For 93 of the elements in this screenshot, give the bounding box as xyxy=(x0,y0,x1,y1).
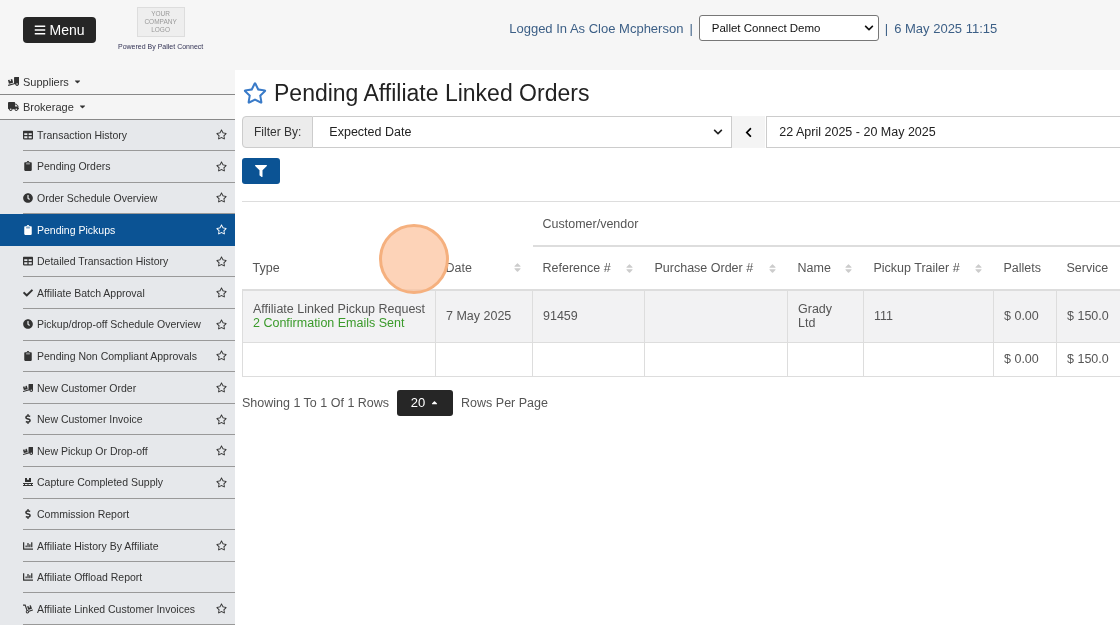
sort-icon xyxy=(766,262,778,274)
rows-per-page-text: Rows Per Page xyxy=(461,395,548,410)
sidebar-item[interactable]: Affiliate Linked Customer Invoices xyxy=(23,593,235,625)
filter-button[interactable] xyxy=(242,158,280,184)
dolly-icon xyxy=(23,603,33,614)
chevron-down-icon xyxy=(863,23,874,33)
star-icon[interactable] xyxy=(216,160,227,172)
page-size-button[interactable]: 20 xyxy=(397,389,454,416)
chart-icon xyxy=(23,540,33,551)
sort-icon xyxy=(972,262,984,274)
clipboard-icon xyxy=(23,161,33,172)
column-header[interactable]: Pickup Trailer # xyxy=(873,261,984,275)
sidebar-group[interactable]: Brokerage xyxy=(0,94,235,120)
sidebar-item[interactable]: Pending Pickups xyxy=(0,214,235,246)
company-select[interactable]: Pallet Connect Demo xyxy=(698,15,879,41)
sort-icon xyxy=(511,262,523,273)
menu-button[interactable]: Menu xyxy=(23,17,96,43)
chart-icon xyxy=(23,572,33,583)
check-icon xyxy=(23,287,33,298)
sidebar-item[interactable]: Capture Completed Supply xyxy=(23,467,235,499)
sidebar-item[interactable]: Pending Non Compliant Approvals xyxy=(23,340,235,373)
showing-text: Showing 1 To 1 Of 1 Rows xyxy=(242,395,390,410)
separator: | xyxy=(884,20,889,36)
column-header: Pallets xyxy=(1003,261,1043,275)
filter-label: Filter By: xyxy=(242,116,314,148)
dollar-icon xyxy=(23,414,33,425)
star-icon[interactable] xyxy=(216,255,227,267)
sidebar-item[interactable]: New Customer Invoice xyxy=(23,403,235,436)
column-group-header: Customer/vendor xyxy=(542,216,639,231)
star-icon[interactable] xyxy=(216,540,227,551)
star-icon[interactable] xyxy=(216,382,227,394)
sidebar-item[interactable]: Affiliate Batch Approval xyxy=(23,277,235,310)
pallet-icon xyxy=(23,477,33,488)
column-header[interactable]: Purchase Order # xyxy=(654,261,778,275)
sidebar-item[interactable]: Pickup/drop-off Schedule Overview xyxy=(23,309,235,341)
sort-icon xyxy=(623,262,635,274)
clipboard-icon xyxy=(23,350,33,361)
dollar-icon xyxy=(23,508,33,519)
logged-in-text: Logged In As Cloe Mcpherson xyxy=(509,20,684,36)
star-icon[interactable] xyxy=(216,129,227,141)
clipboard-icon xyxy=(23,224,33,235)
chevron-down-icon xyxy=(713,127,724,137)
sidebar-item[interactable]: Detailed Transaction History xyxy=(23,245,235,278)
star-icon[interactable] xyxy=(243,81,267,105)
filter-select[interactable]: Expected Date xyxy=(313,116,733,148)
filter-icon xyxy=(255,165,267,177)
sidebar-item[interactable]: New Customer Order xyxy=(23,372,235,404)
star-icon[interactable] xyxy=(216,287,227,299)
name-cell-text: Grady Ltd xyxy=(798,302,834,331)
star-icon[interactable] xyxy=(216,445,227,457)
star-icon[interactable] xyxy=(216,224,227,236)
truck-icon xyxy=(23,382,33,393)
datetime-text: 6 May 2025 11:15 xyxy=(894,20,998,36)
star-icon[interactable] xyxy=(216,350,227,362)
date-range-field[interactable]: 22 April 2025 - 20 May 2025 xyxy=(766,116,1120,148)
sidebar-item[interactable]: Transaction History xyxy=(23,119,235,152)
sidebar-item[interactable]: Pending Orders xyxy=(23,151,235,183)
date-cell: 7 May 2025 xyxy=(446,309,512,324)
table-icon xyxy=(23,129,33,140)
services-total: $ 150.0 xyxy=(1067,352,1109,366)
previous-button[interactable] xyxy=(732,116,766,148)
page-title: Pending Affiliate Linked Orders xyxy=(274,79,590,107)
column-header[interactable]: Reference # xyxy=(542,261,635,275)
truck-icon xyxy=(8,76,19,88)
star-icon[interactable] xyxy=(216,318,227,330)
caret-icon xyxy=(430,398,440,407)
clock-icon xyxy=(23,319,33,330)
truck-icon xyxy=(23,445,33,456)
sidebar-item[interactable]: Commission Report xyxy=(23,498,235,531)
sort-icon xyxy=(842,262,854,274)
column-header: Service xyxy=(1066,261,1110,275)
menu-icon xyxy=(34,24,47,36)
sidebar-item[interactable]: Affiliate History By Affiliate xyxy=(23,530,235,562)
star-icon[interactable] xyxy=(216,476,227,488)
pallets-cell: $ 0.00 xyxy=(1004,309,1039,324)
sidebar-item[interactable]: New Pickup Or Drop-off xyxy=(23,435,235,468)
column-header: Type xyxy=(252,260,281,275)
clock-icon xyxy=(23,193,33,203)
reference-cell: 91459 xyxy=(543,309,578,324)
type-text: Affiliate Linked Pickup Request xyxy=(253,302,425,317)
truck-icon xyxy=(8,101,19,113)
sidebar-group[interactable]: Suppliers xyxy=(0,70,235,95)
email-status-text: 2 Confirmation Emails Sent xyxy=(253,316,406,331)
star-icon[interactable] xyxy=(216,603,227,615)
separator: | xyxy=(689,20,693,36)
sidebar-item[interactable]: Affiliate Offload Report xyxy=(23,561,235,594)
trailer-cell: 111 xyxy=(874,309,893,324)
table-icon xyxy=(23,256,33,267)
services-cell: $ 150.0 xyxy=(1067,309,1109,324)
star-icon[interactable] xyxy=(216,192,227,204)
pallets-total: $ 0.00 xyxy=(1004,352,1039,366)
star-icon[interactable] xyxy=(216,413,227,425)
column-header[interactable]: Name xyxy=(797,261,854,275)
